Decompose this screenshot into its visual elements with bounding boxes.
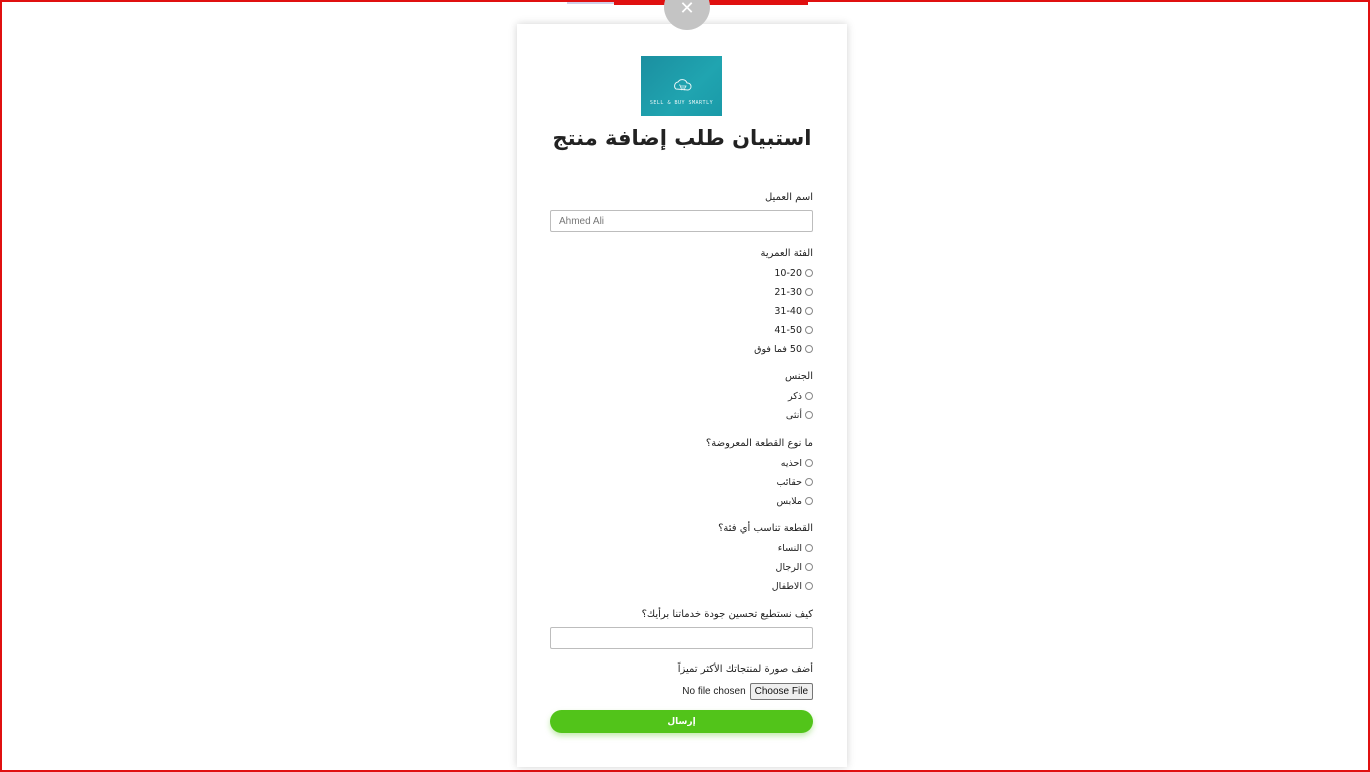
- cloud-cart-icon: [673, 79, 691, 91]
- radio-icon[interactable]: [805, 269, 813, 277]
- age-option-41-50[interactable]: 41-50: [774, 324, 813, 336]
- audience-option-label: الرجال: [775, 561, 802, 573]
- gender-option-label: ذكر: [788, 390, 802, 402]
- brand-logo: SELL & BUY SMARTLY: [641, 56, 722, 116]
- radio-icon[interactable]: [805, 582, 813, 590]
- audience-option-label: الاطفال: [771, 580, 802, 592]
- age-option-label: 21-30: [774, 286, 802, 298]
- name-input[interactable]: [550, 210, 813, 232]
- radio-icon[interactable]: [805, 459, 813, 467]
- close-icon: ✕: [679, 0, 695, 19]
- file-upload: No file chosen Choose File: [682, 683, 813, 700]
- radio-icon[interactable]: [805, 307, 813, 315]
- age-option-label: 10-20: [774, 267, 802, 279]
- radio-icon[interactable]: [805, 326, 813, 334]
- gender-label: الجنس: [784, 371, 813, 382]
- radio-icon[interactable]: [805, 497, 813, 505]
- file-status: No file chosen: [682, 686, 746, 697]
- radio-icon[interactable]: [805, 392, 813, 400]
- form-title: استبيان طلب إضافة منتج: [552, 126, 812, 150]
- gender-option-label: أنثى: [785, 409, 802, 421]
- improve-input[interactable]: [550, 627, 813, 649]
- audience-option-women[interactable]: النساء: [778, 542, 813, 554]
- item-type-option-label: احذيه: [780, 457, 802, 469]
- gender-option-male[interactable]: ذكر: [788, 390, 813, 402]
- top-decor-light: [567, 2, 614, 4]
- age-option-label: 50 فما فوق: [754, 343, 802, 355]
- item-type-option-shoes[interactable]: احذيه: [781, 457, 813, 469]
- top-decor-bar: [614, 2, 808, 5]
- radio-icon[interactable]: [805, 411, 813, 419]
- age-option-50-plus[interactable]: 50 فما فوق: [754, 343, 813, 355]
- age-label: الفئة العمرية: [760, 248, 813, 259]
- photo-label: أضف صورة لمنتجاتك الأكثر تميزاً: [677, 664, 813, 675]
- item-type-option-label: حقائب: [776, 476, 802, 488]
- audience-option-men[interactable]: الرجال: [776, 561, 813, 573]
- radio-icon[interactable]: [805, 478, 813, 486]
- age-option-10-20[interactable]: 10-20: [774, 267, 813, 279]
- audience-option-kids[interactable]: الاطفال: [772, 580, 813, 592]
- name-label: اسم العميل: [764, 192, 813, 203]
- radio-icon[interactable]: [805, 288, 813, 296]
- choose-file-button[interactable]: Choose File: [749, 683, 813, 700]
- audience-option-label: النساء: [777, 542, 802, 554]
- radio-icon[interactable]: [805, 563, 813, 571]
- age-option-label: 31-40: [774, 305, 802, 317]
- survey-card: SELL & BUY SMARTLY استبيان طلب إضافة منت…: [517, 24, 847, 767]
- item-type-label: ما نوع القطعة المعروضة؟: [705, 438, 813, 449]
- submit-button[interactable]: إرسال: [550, 710, 813, 733]
- age-option-31-40[interactable]: 31-40: [774, 305, 813, 317]
- item-type-option-bags[interactable]: حقائب: [776, 476, 813, 488]
- audience-label: القطعة تناسب أي فئة؟: [718, 523, 813, 534]
- radio-icon[interactable]: [805, 345, 813, 353]
- age-option-label: 41-50: [774, 324, 802, 336]
- item-type-option-label: ملابس: [776, 495, 802, 507]
- age-option-21-30[interactable]: 21-30: [774, 286, 813, 298]
- logo-text: SELL & BUY SMARTLY: [649, 100, 714, 106]
- item-type-option-clothes[interactable]: ملابس: [776, 495, 813, 507]
- gender-option-female[interactable]: أنثى: [786, 409, 813, 421]
- improve-label: كيف نستطيع تحسين جودة خدماتنا برأيك؟: [641, 609, 813, 620]
- radio-icon[interactable]: [805, 544, 813, 552]
